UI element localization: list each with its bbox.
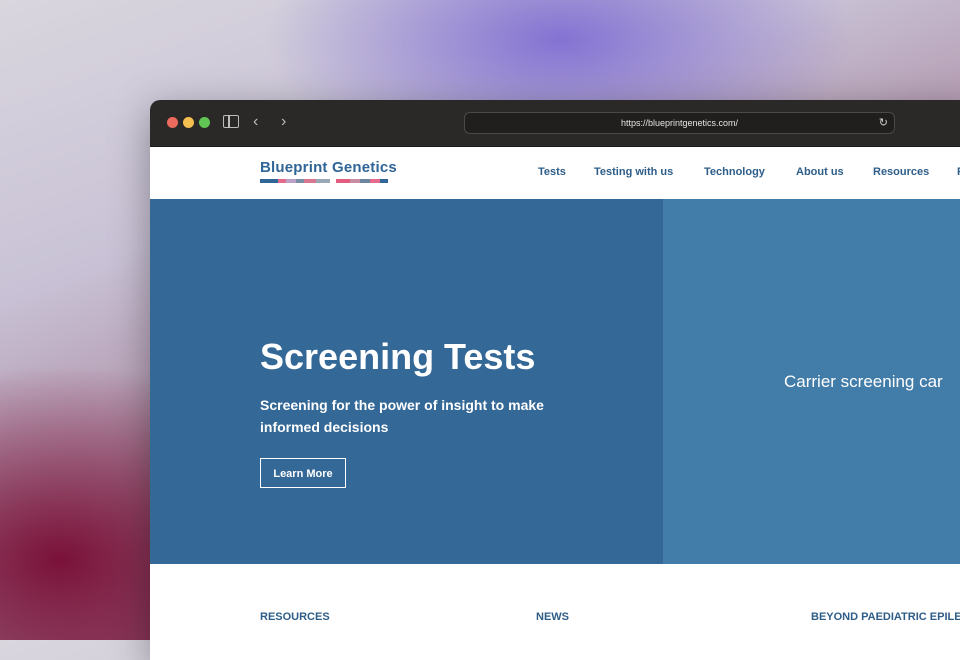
browser-titlebar: ‹ › https://blueprintgenetics.com/ ↻ <box>150 100 960 147</box>
logo-text: Blueprint Genetics <box>260 159 397 176</box>
hero-subtitle: Screening for the power of insight to ma… <box>260 397 544 435</box>
nav-resources[interactable]: Resources <box>873 166 929 178</box>
nav-tests[interactable]: Tests <box>538 166 566 178</box>
hero-slide-carrier[interactable]: Carrier screening car <box>663 199 960 564</box>
beyond-paediatric-link[interactable]: BEYOND PAEDIATRIC EPILE <box>811 611 960 623</box>
hero-next-slide-text: Carrier screening car <box>784 372 943 391</box>
address-bar[interactable]: https://blueprintgenetics.com/ ↻ <box>464 112 895 134</box>
minimize-window-button[interactable] <box>183 117 194 128</box>
hero-carousel: Screening Tests Screening for the power … <box>150 199 960 564</box>
resources-link[interactable]: RESOURCES <box>260 611 330 623</box>
logo-color-bars <box>260 179 397 183</box>
site-logo[interactable]: Blueprint Genetics <box>260 159 397 183</box>
learn-more-button[interactable]: Learn More <box>260 458 346 488</box>
news-link[interactable]: NEWS <box>536 611 569 623</box>
hero-title: Screening Tests <box>260 336 536 377</box>
site-header: Blueprint Genetics Tests Testing with us… <box>150 147 960 200</box>
reload-icon[interactable]: ↻ <box>879 113 888 133</box>
nav-testing-with-us[interactable]: Testing with us <box>594 166 673 178</box>
hero-slide-screening: Screening Tests Screening for the power … <box>150 199 663 564</box>
close-window-button[interactable] <box>167 117 178 128</box>
nav-technology[interactable]: Technology <box>704 166 765 178</box>
address-bar-url: https://blueprintgenetics.com/ <box>620 118 739 128</box>
nav-about-us[interactable]: About us <box>796 166 844 178</box>
lower-section: RESOURCES NEWS BEYOND PAEDIATRIC EPILE <box>150 564 960 660</box>
forward-arrow-icon[interactable]: › <box>281 113 286 131</box>
back-arrow-icon[interactable]: ‹ <box>253 113 258 131</box>
sidebar-toggle-icon[interactable] <box>223 115 239 128</box>
zoom-window-button[interactable] <box>199 117 210 128</box>
browser-window: ‹ › https://blueprintgenetics.com/ ↻ Blu… <box>150 100 960 660</box>
